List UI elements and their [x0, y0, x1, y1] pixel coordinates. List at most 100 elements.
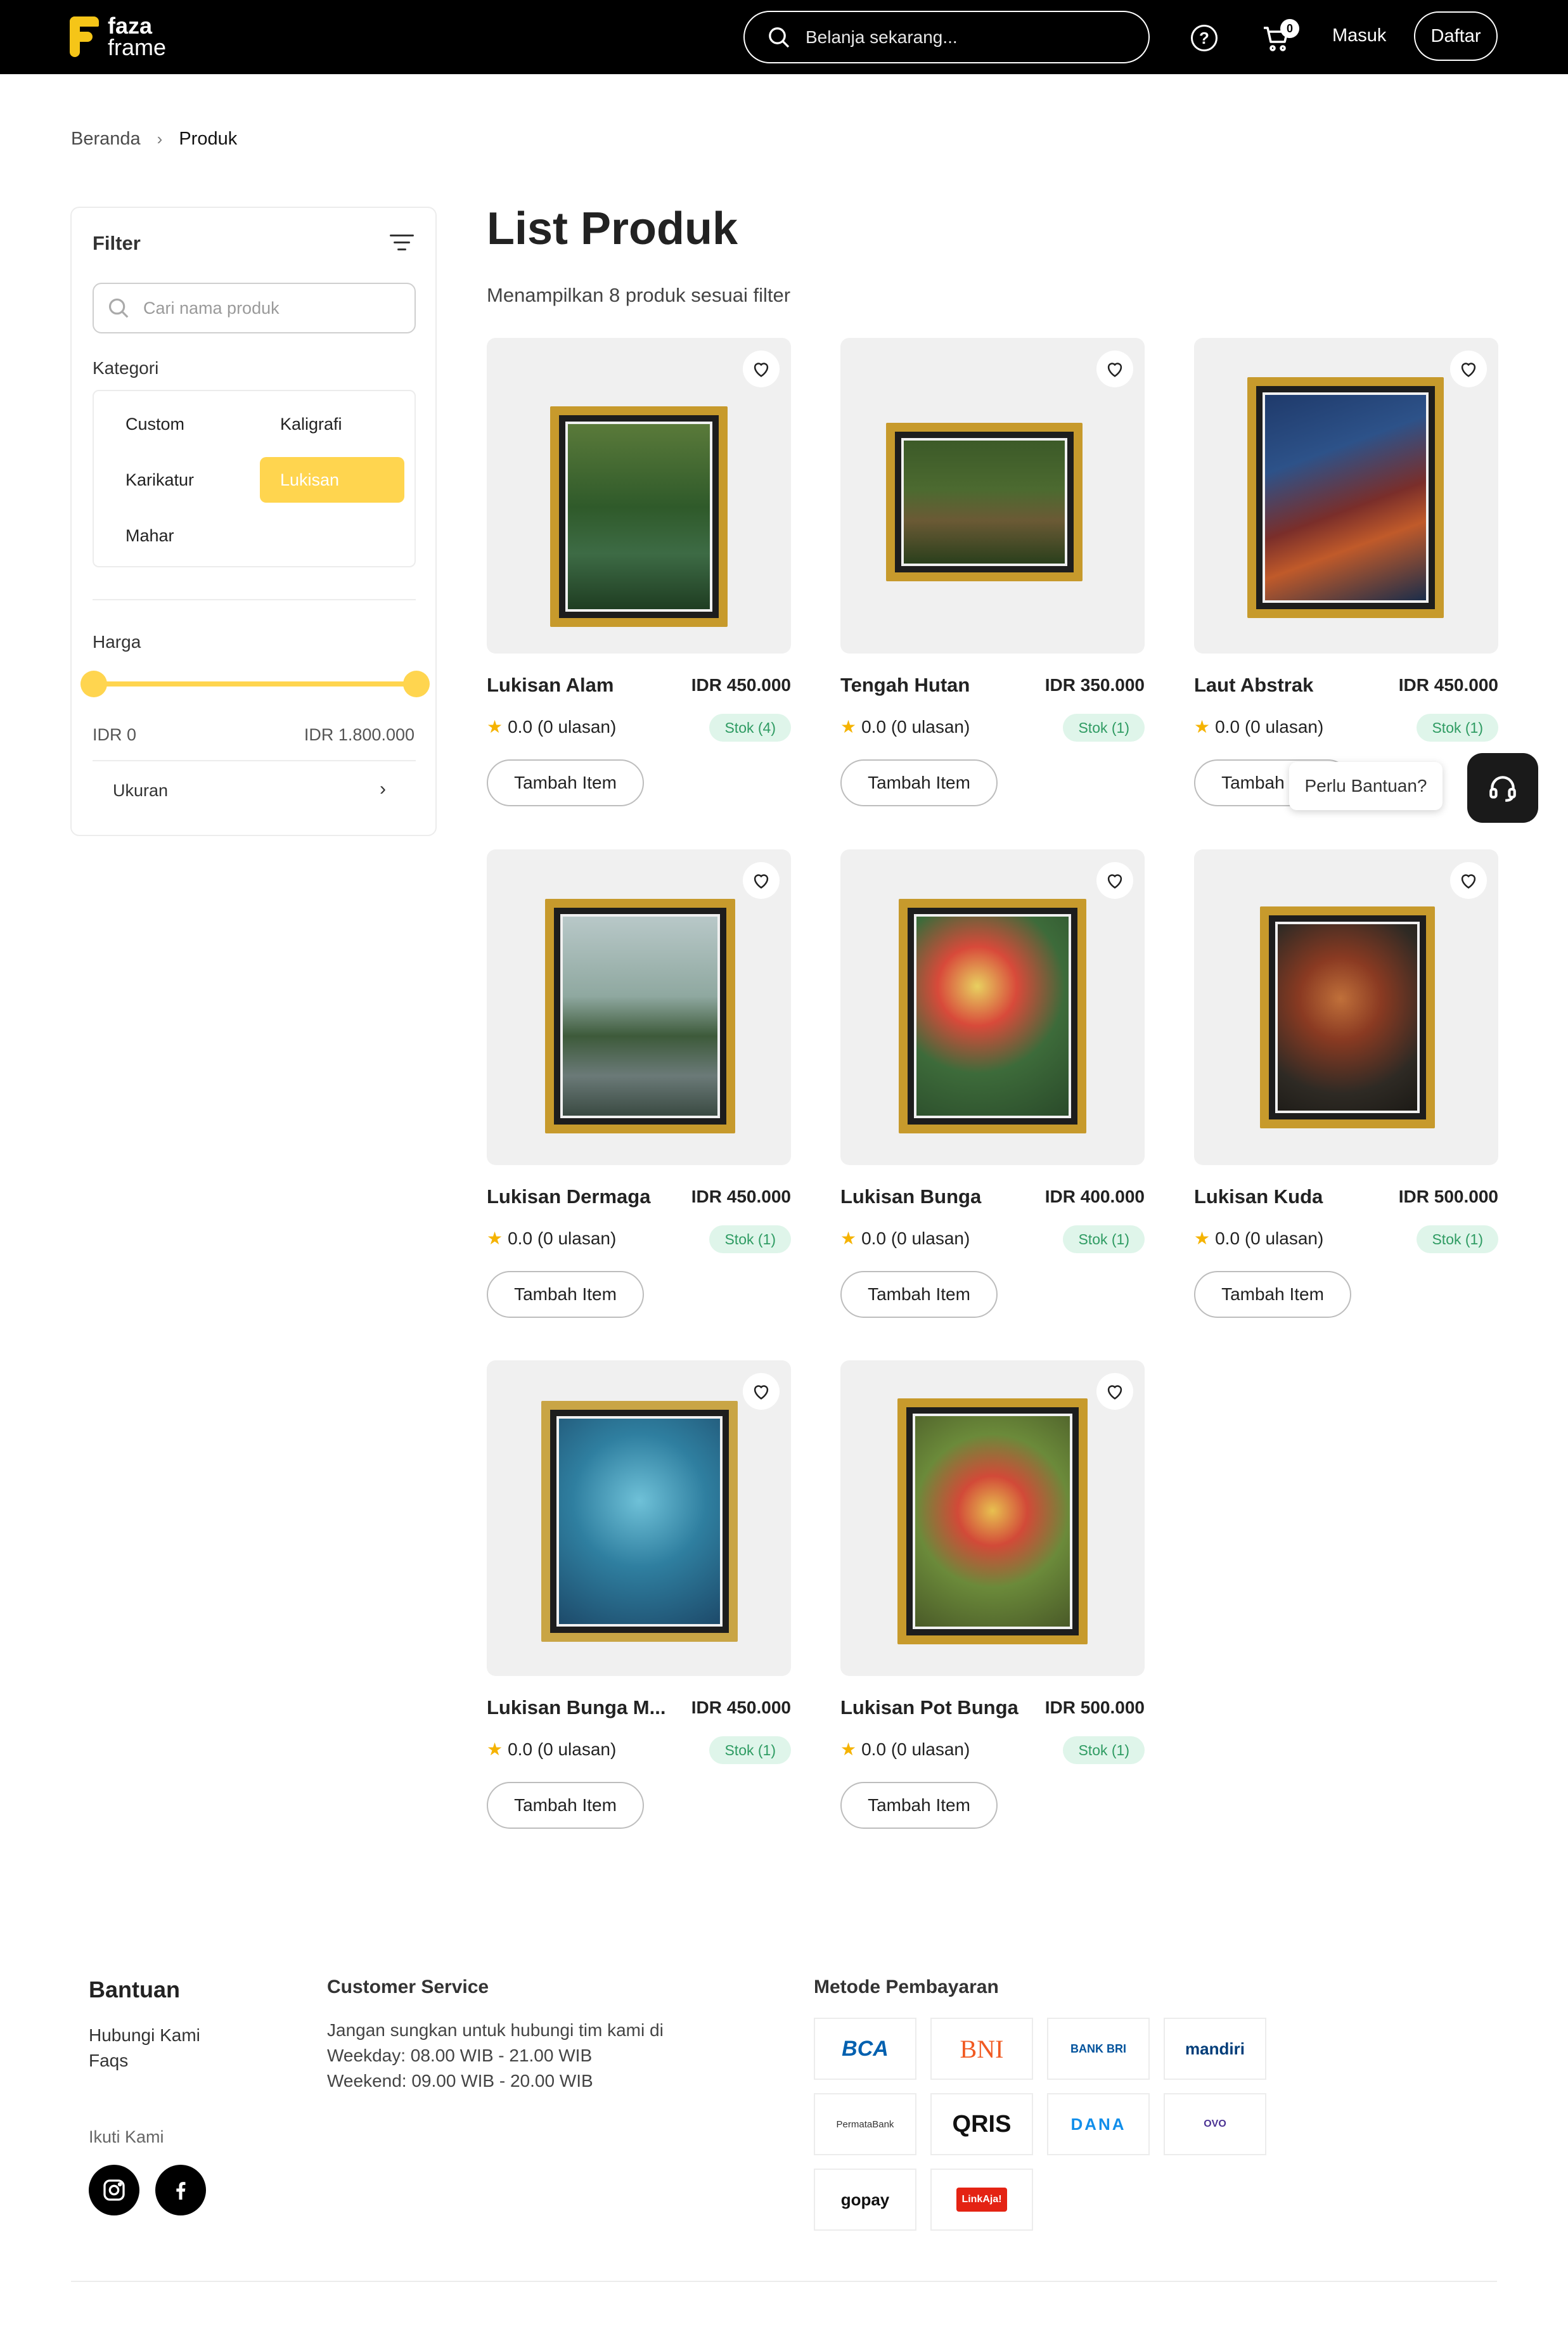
add-item-button[interactable]: Tambah Item [487, 1271, 644, 1318]
category-chip-karikatur[interactable]: Karikatur [105, 457, 250, 503]
wishlist-heart-button[interactable] [743, 1373, 780, 1410]
brand-logo[interactable]: faza frame [70, 14, 166, 60]
product-name[interactable]: Lukisan Bunga M... [487, 1696, 671, 1719]
wishlist-heart-button[interactable] [1096, 1373, 1133, 1410]
payment-logo-mandiri: mandiri [1164, 2018, 1266, 2080]
product-image[interactable] [840, 1360, 1145, 1676]
divider [93, 760, 416, 761]
facebook-button[interactable] [155, 2165, 206, 2215]
wishlist-heart-button[interactable] [1450, 351, 1487, 387]
product-name[interactable]: Lukisan Pot Bunga [840, 1696, 1024, 1719]
product-rating: ★ 0.0 (0 ulasan) [487, 716, 616, 737]
follow-us-label: Ikuti Kami [89, 2127, 164, 2146]
cart-button[interactable]: 0 [1261, 19, 1302, 55]
heart-icon [754, 1385, 769, 1400]
add-item-button[interactable]: Tambah Item [840, 759, 998, 806]
product-rating: ★ 0.0 (0 ulasan) [487, 1228, 616, 1249]
footer-link-faqs[interactable]: Faqs [89, 2051, 128, 2071]
cart-count-badge: 0 [1280, 19, 1299, 38]
product-card[interactable]: Lukisan Bunga M... IDR 450.000 ★ 0.0 (0 u… [487, 1360, 791, 1829]
footer-help-title: Bantuan [89, 1976, 180, 2002]
help-question-icon[interactable]: ? [1191, 25, 1218, 51]
wishlist-heart-button[interactable] [1096, 351, 1133, 387]
rating-text: 0.0 (0 ulasan) [861, 716, 970, 737]
filter-lines-icon[interactable] [390, 235, 414, 252]
product-name[interactable]: Lukisan Kuda [1194, 1185, 1378, 1208]
wishlist-heart-button[interactable] [1450, 862, 1487, 899]
add-item-button[interactable]: Tambah Item [1194, 1271, 1351, 1318]
help-tooltip[interactable]: Perlu Bantuan? [1289, 762, 1443, 810]
product-card[interactable]: Lukisan Pot Bunga IDR 500.000 ★ 0.0 (0 ul… [840, 1360, 1145, 1829]
rating-text: 0.0 (0 ulasan) [861, 1739, 970, 1759]
add-item-button[interactable]: Tambah Item [487, 759, 644, 806]
stock-badge: Stok (1) [1417, 1225, 1498, 1253]
star-icon: ★ [487, 1228, 503, 1248]
breadcrumb-current: Produk [179, 129, 238, 149]
chevron-right-icon[interactable]: › [380, 778, 386, 800]
product-price: IDR 500.000 [1398, 1187, 1498, 1206]
product-name[interactable]: Lukisan Alam [487, 674, 671, 697]
product-name[interactable]: Lukisan Dermaga [487, 1185, 671, 1208]
product-card[interactable]: Lukisan Kuda IDR 500.000 ★ 0.0 (0 ulasan)… [1194, 849, 1498, 1319]
product-card[interactable]: Lukisan Bunga IDR 400.000 ★ 0.0 (0 ulasan… [840, 849, 1145, 1319]
payment-logo-ovo: OVO [1164, 2093, 1266, 2155]
product-image[interactable] [487, 338, 791, 654]
product-name-search-input[interactable]: Cari nama produk [93, 283, 416, 333]
star-icon: ★ [1194, 717, 1211, 737]
rating-text: 0.0 (0 ulasan) [1215, 1228, 1324, 1248]
product-image[interactable] [487, 849, 791, 1165]
product-image[interactable] [840, 849, 1145, 1165]
product-card[interactable]: Tengah Hutan IDR 350.000 ★ 0.0 (0 ulasan)… [840, 338, 1145, 807]
price-label: Harga [93, 632, 141, 652]
category-chip-custom[interactable]: Custom [105, 401, 250, 447]
payment-methods-title: Metode Pembayaran [814, 1976, 999, 1997]
product-image[interactable] [1194, 338, 1498, 654]
stock-badge: Stok (4) [709, 714, 791, 742]
add-item-button[interactable]: Tambah Item [840, 1271, 998, 1318]
product-image[interactable] [1194, 849, 1498, 1165]
price-min-handle[interactable] [80, 671, 107, 697]
product-card[interactable]: Lukisan Alam IDR 450.000 ★ 0.0 (0 ulasan)… [487, 338, 791, 807]
product-image[interactable] [487, 1360, 791, 1676]
breadcrumb-home[interactable]: Beranda [71, 129, 141, 150]
login-link[interactable]: Masuk [1332, 25, 1386, 46]
breadcrumb: Beranda › Produk [71, 129, 237, 150]
product-rating: ★ 0.0 (0 ulasan) [487, 1739, 616, 1760]
payment-logo-gopay: gopay [814, 2169, 916, 2231]
heart-icon [1107, 874, 1122, 889]
add-item-button[interactable]: Tambah Item [487, 1782, 644, 1829]
product-card[interactable]: Laut Abstrak IDR 450.000 ★ 0.0 (0 ulasan)… [1194, 338, 1498, 807]
instagram-icon [103, 2179, 125, 2201]
payment-logo-bca: BCA [814, 2018, 916, 2080]
instagram-button[interactable] [89, 2165, 139, 2215]
stock-badge: Stok (1) [1063, 1736, 1145, 1764]
headset-icon [1489, 776, 1516, 802]
category-chip-kaligrafi[interactable]: Kaligrafi [260, 401, 404, 447]
add-item-button[interactable]: Tambah Item [840, 1782, 998, 1829]
category-chip-lukisan[interactable]: Lukisan [260, 457, 404, 503]
product-name[interactable]: Lukisan Bunga [840, 1185, 1024, 1208]
product-name[interactable]: Laut Abstrak [1194, 674, 1378, 697]
price-max-handle[interactable] [403, 671, 430, 697]
size-filter-toggle[interactable]: Ukuran [113, 781, 168, 801]
product-image[interactable] [840, 338, 1145, 654]
product-price: IDR 450.000 [691, 1698, 791, 1717]
wishlist-heart-button[interactable] [743, 862, 780, 899]
footer-divider [71, 2281, 1497, 2282]
product-card[interactable]: Lukisan Dermaga IDR 450.000 ★ 0.0 (0 ulas… [487, 849, 791, 1319]
product-price: IDR 350.000 [1044, 675, 1145, 695]
support-chat-button[interactable] [1467, 753, 1538, 823]
product-name[interactable]: Tengah Hutan [840, 674, 1024, 697]
header-search-input[interactable]: Belanja sekarang... [743, 11, 1150, 63]
payment-logo-dana: DANA [1047, 2093, 1150, 2155]
wishlist-heart-button[interactable] [1096, 862, 1133, 899]
rating-text: 0.0 (0 ulasan) [508, 1739, 617, 1759]
price-range-track[interactable] [94, 681, 417, 687]
heart-icon [754, 874, 769, 889]
category-chip-mahar[interactable]: Mahar [105, 513, 250, 558]
stock-badge: Stok (1) [1417, 714, 1498, 742]
footer-link-contact[interactable]: Hubungi Kami [89, 2025, 200, 2046]
register-button[interactable]: Daftar [1414, 11, 1498, 61]
wishlist-heart-button[interactable] [743, 351, 780, 387]
payment-logo-qris: QRIS [930, 2093, 1033, 2155]
